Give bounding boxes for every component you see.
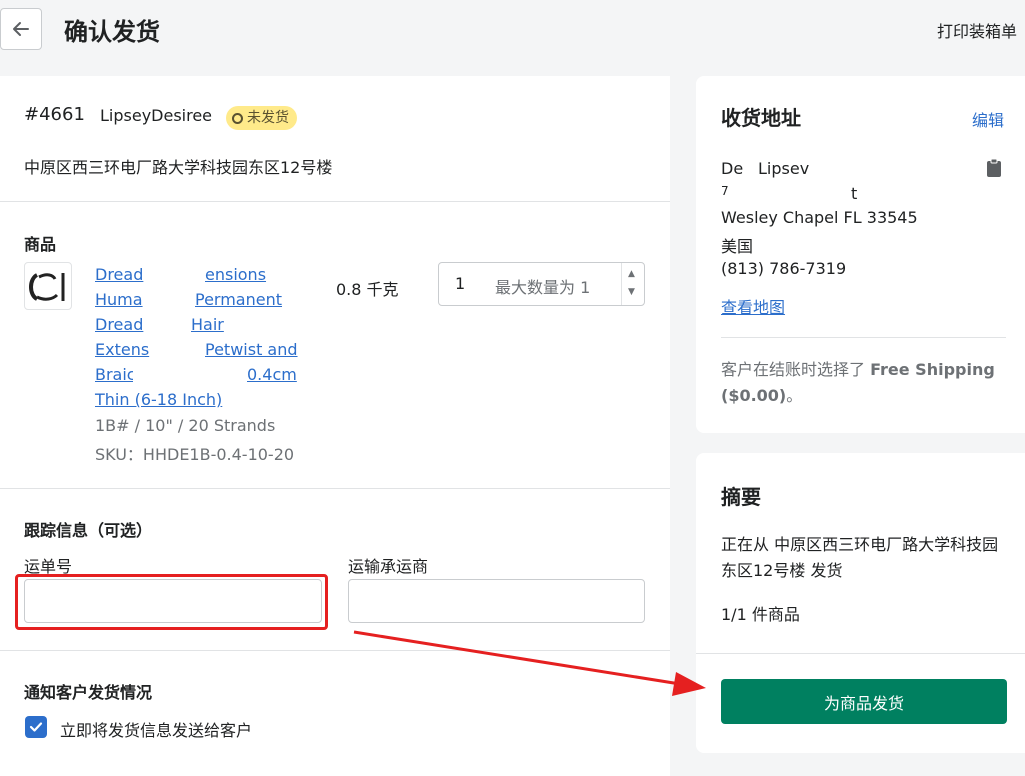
- page-title: 确认发货: [64, 18, 160, 46]
- redaction: [147, 265, 205, 285]
- quantity-stepper[interactable]: 1 最大数量为 1 ▲ ▼: [438, 262, 645, 306]
- notify-checkbox-label[interactable]: 立即将发货信息发送给客户: [60, 717, 252, 741]
- redaction: [147, 290, 195, 310]
- address-street-part: t: [851, 184, 858, 203]
- edit-address-link[interactable]: 编辑: [972, 107, 1004, 131]
- top-bar: 确认发货 打印装箱单: [0, 0, 1025, 62]
- clipboard-icon[interactable]: [986, 158, 1002, 182]
- product-title-line[interactable]: Petwist and: [205, 340, 298, 359]
- redaction: [153, 340, 205, 360]
- divider: [721, 337, 1006, 338]
- divider: [0, 650, 670, 651]
- product-title-line[interactable]: 0.4cm: [247, 365, 297, 384]
- shipping-note-prefix: 客户在结账时选择了: [721, 360, 871, 379]
- address-name-part: Lipsev: [758, 159, 810, 178]
- divider: [696, 653, 1025, 654]
- hair-extension-image-icon: [29, 273, 65, 301]
- checkmark-icon: [29, 722, 43, 732]
- summary-heading: 摘要: [721, 485, 761, 509]
- redaction: [133, 365, 245, 385]
- quantity-value[interactable]: 1: [455, 274, 465, 293]
- carrier-label: 运输承运商: [348, 557, 429, 576]
- products-heading: 商品: [24, 235, 57, 254]
- fulfill-items-button[interactable]: 为商品发货: [721, 679, 1007, 724]
- chevron-down-icon[interactable]: ▼: [628, 287, 635, 297]
- tracking-heading: 跟踪信息（可选）: [24, 521, 153, 540]
- shipping-address-card: 收货地址 编辑 De Lipsev 7 t Wesley Chapel FL 3…: [696, 76, 1025, 433]
- shipping-method-note: 客户在结账时选择了 Free Shipping ($0.00)。: [721, 357, 1006, 409]
- product-title-line[interactable]: Permanent: [195, 290, 282, 309]
- product-weight: 0.8 千克: [336, 280, 399, 299]
- view-map-link[interactable]: 查看地图: [721, 294, 785, 318]
- product-title-line[interactable]: Hair: [191, 315, 224, 334]
- fulfillment-location: 中原区西三环电厂路大学科技园东区12号楼: [24, 158, 333, 177]
- product-thumbnail: [24, 262, 72, 310]
- product-title-line[interactable]: Extens: [95, 340, 149, 359]
- print-packing-slip-link[interactable]: 打印装箱单: [937, 18, 1017, 42]
- address-country: 美国: [721, 237, 754, 256]
- product-title-line[interactable]: Dread: [95, 315, 143, 334]
- notify-checkbox[interactable]: [25, 716, 47, 738]
- product-title-last-line[interactable]: Thin (6-18 Inch): [95, 390, 222, 409]
- address-street-part: 7: [721, 184, 729, 198]
- product-variant: 1B# / 10" / 20 Strands: [95, 416, 276, 435]
- product-title-line[interactable]: Braic: [95, 365, 136, 384]
- carrier-input[interactable]: [348, 579, 645, 623]
- redaction: [145, 315, 191, 335]
- divider: [0, 201, 670, 202]
- product-title-line[interactable]: Dread: [95, 265, 143, 284]
- stepper-controls[interactable]: ▲ ▼: [621, 263, 644, 305]
- divider: [0, 488, 670, 489]
- shipping-note-suffix: 。: [786, 386, 803, 405]
- redaction: [744, 160, 758, 178]
- item-count: 1/1 件商品: [721, 605, 800, 624]
- unfulfilled-icon: [232, 112, 243, 124]
- product-sku: SKU：HHDE1B-0.4-10-20: [95, 445, 295, 464]
- product-title-line[interactable]: Huma: [95, 290, 143, 309]
- address-phone: (813) 786-7319: [721, 259, 847, 278]
- shipping-address-heading: 收货地址: [721, 106, 801, 130]
- customer-name[interactable]: LipseyDesiree: [100, 106, 212, 125]
- product-title-line[interactable]: ensions: [205, 265, 266, 284]
- fulfillment-card: #4661 LipseyDesiree 未发货 中原区西三环电厂路大学科技园东区…: [0, 76, 670, 776]
- back-button[interactable]: [0, 8, 42, 50]
- status-badge: 未发货: [226, 106, 297, 130]
- chevron-up-icon[interactable]: ▲: [628, 269, 635, 279]
- highlight-frame: [15, 574, 328, 630]
- order-number: #4661: [24, 104, 85, 125]
- address-name-part: De: [721, 159, 744, 178]
- address-city-line: Wesley Chapel FL 33545: [721, 208, 918, 227]
- notify-heading: 通知客户发货情况: [24, 683, 153, 702]
- status-badge-label: 未发货: [247, 110, 289, 126]
- shipping-from-text: 正在从 中原区西三环电厂路大学科技园东区12号楼 发货: [721, 535, 999, 580]
- max-quantity-hint: 最大数量为 1: [495, 278, 591, 297]
- arrow-left-icon: [13, 22, 29, 36]
